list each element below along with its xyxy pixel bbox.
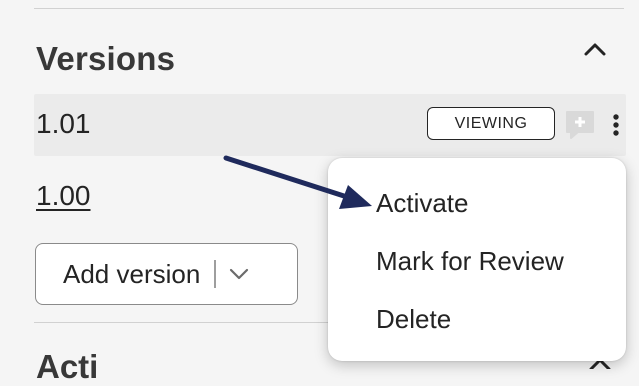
comment-add-icon [566,111,594,139]
collapse-button[interactable] [580,36,610,62]
viewing-badge: VIEWING [427,107,555,140]
more-options-button[interactable] [610,108,622,142]
bottom-divider [34,322,334,323]
chevron-up-icon [584,43,606,56]
add-version-label: Add version [63,258,201,289]
version-label-1-01: 1.01 [36,108,91,139]
more-vertical-icon [613,114,619,136]
add-version-button[interactable]: Add version [35,243,298,305]
version-link-1-00[interactable]: 1.00 [36,180,91,212]
version-context-menu: Activate Mark for Review Delete [328,158,626,361]
add-comment-button[interactable] [564,110,596,140]
button-separator [214,260,216,288]
menu-item-delete[interactable]: Delete [376,304,451,335]
menu-item-activate[interactable]: Activate [376,188,469,219]
chevron-down-icon[interactable] [228,266,250,282]
top-divider [34,8,624,9]
next-section-title: Acti [36,348,99,385]
menu-item-mark-for-review[interactable]: Mark for Review [376,246,564,277]
versions-section-title: Versions [36,40,176,77]
